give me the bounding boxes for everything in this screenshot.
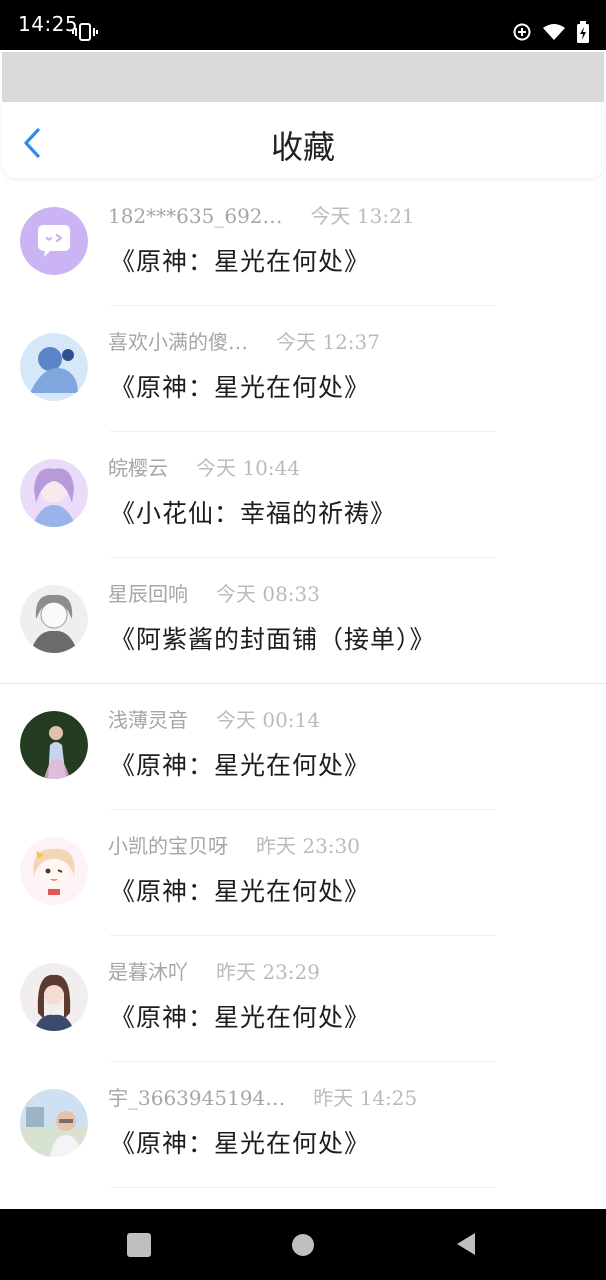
list-item[interactable]: 宇_3663945194… 昨天 14:25 《原神：星光在何处》 xyxy=(0,1062,606,1188)
back-nav-button[interactable] xyxy=(455,1232,477,1260)
work-title: 《原神：星光在何处》 xyxy=(110,751,371,780)
avatar[interactable] xyxy=(20,711,88,779)
work-title: 《原神：星光在何处》 xyxy=(110,373,371,402)
avatar[interactable] xyxy=(20,459,88,527)
work-title: 《原神：星光在何处》 xyxy=(110,247,371,276)
triangle-left-icon xyxy=(457,1233,475,1255)
user-name: 星辰回响 xyxy=(108,582,188,606)
user-name: 喜欢小满的傻… xyxy=(108,330,248,354)
system-nav-bar xyxy=(0,1209,606,1280)
timestamp: 昨天 23:29 xyxy=(216,960,320,984)
user-name: 是暮沐吖 xyxy=(108,960,188,984)
avatar[interactable] xyxy=(20,207,88,275)
header: 收藏 xyxy=(2,102,604,178)
list-item[interactable]: 是暮沐吖 昨天 23:29 《原神：星光在何处》 xyxy=(0,936,606,1062)
timestamp: 昨天 23:30 xyxy=(256,834,360,858)
list-item[interactable]: 皖樱云 今天 10:44 《小花仙：幸福的祈祷》 xyxy=(0,432,606,558)
work-title: 《原神：星光在何处》 xyxy=(110,877,371,906)
data-saver-icon xyxy=(512,22,532,46)
timestamp: 今天 00:14 xyxy=(216,708,320,732)
status-time: 14:25 xyxy=(18,12,79,36)
work-title: 《阿紫酱的封面铺（接单）》 xyxy=(110,625,436,654)
avatar[interactable] xyxy=(20,1089,88,1157)
timestamp: 今天 13:21 xyxy=(310,204,415,228)
user-name: 182***635_692… xyxy=(108,204,283,228)
avatar[interactable] xyxy=(20,333,88,401)
timestamp: 今天 08:33 xyxy=(216,582,320,606)
favorites-list: 182***635_692… 今天 13:21 《原神：星光在何处》 喜欢小满的傻… xyxy=(0,180,606,1188)
user-name: 宇_3663945194… xyxy=(108,1086,286,1110)
avatar[interactable] xyxy=(20,837,88,905)
work-title: 《小花仙：幸福的祈祷》 xyxy=(110,499,397,528)
user-name: 小凯的宝贝呀 xyxy=(108,834,228,858)
avatar[interactable] xyxy=(20,963,88,1031)
home-button[interactable] xyxy=(292,1234,314,1256)
battery-icon xyxy=(576,21,590,47)
avatar[interactable] xyxy=(20,585,88,653)
recents-button[interactable] xyxy=(127,1233,151,1257)
work-title: 《原神：星光在何处》 xyxy=(110,1129,371,1158)
wifi-icon xyxy=(542,23,566,45)
list-item[interactable]: 小凯的宝贝呀 昨天 23:30 《原神：星光在何处》 xyxy=(0,810,606,936)
timestamp: 今天 12:37 xyxy=(276,330,380,354)
chat-bubble-icon xyxy=(20,207,88,275)
user-name: 浅薄灵音 xyxy=(108,708,188,732)
vibrate-icon xyxy=(72,22,98,46)
user-name: 皖樱云 xyxy=(108,456,168,480)
page-title: 收藏 xyxy=(270,128,335,166)
toolbar-placeholder xyxy=(2,52,604,102)
list-item[interactable]: 喜欢小满的傻… 今天 12:37 《原神：星光在何处》 xyxy=(0,306,606,432)
list-item[interactable]: 浅薄灵音 今天 00:14 《原神：星光在何处》 xyxy=(0,684,606,810)
divider xyxy=(110,1187,496,1188)
status-bar: 14:25 xyxy=(0,0,606,50)
work-title: 《原神：星光在何处》 xyxy=(110,1003,371,1032)
list-item[interactable]: 182***635_692… 今天 13:21 《原神：星光在何处》 xyxy=(0,180,606,306)
timestamp: 昨天 14:25 xyxy=(313,1086,418,1110)
list-item[interactable]: 星辰回响 今天 08:33 《阿紫酱的封面铺（接单）》 xyxy=(0,558,606,684)
timestamp: 今天 10:44 xyxy=(196,456,300,480)
